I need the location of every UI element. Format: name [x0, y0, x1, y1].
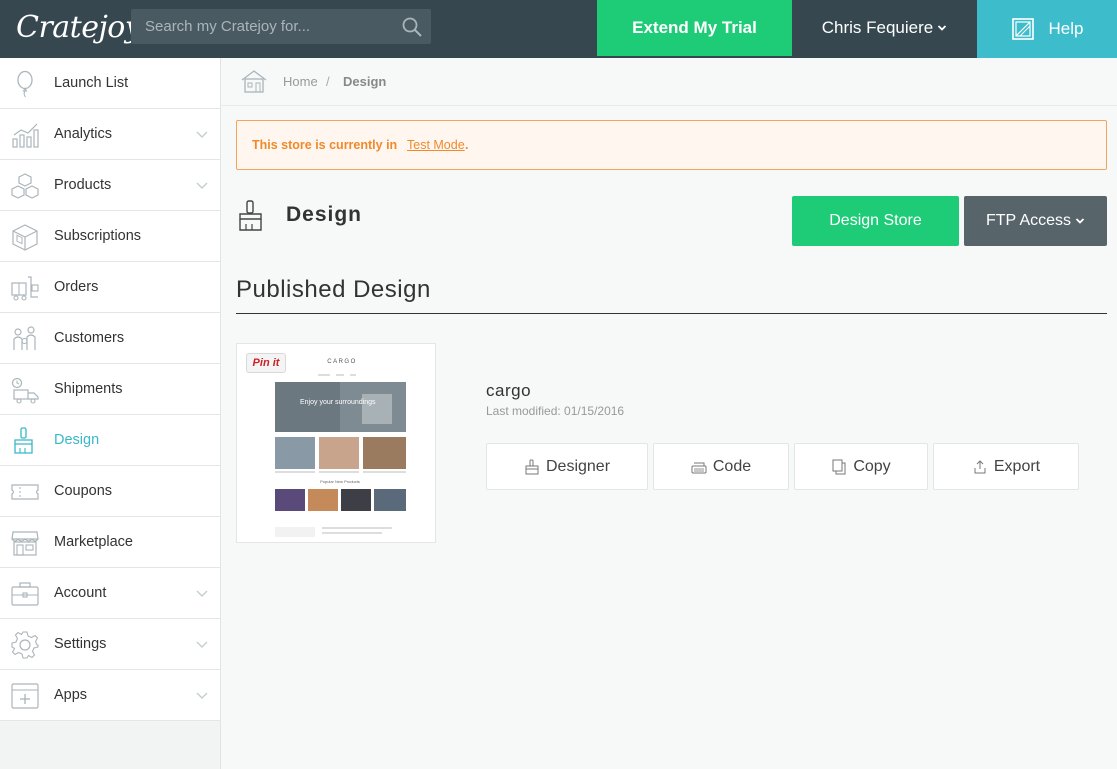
copy-icon — [832, 459, 846, 474]
thumb-hero-text: Enjoy your surroundings — [300, 399, 376, 406]
breadcrumb-home-link[interactable]: Home — [283, 74, 318, 89]
sidebar-item-launch-list[interactable]: Launch List — [0, 58, 220, 109]
search-box — [131, 9, 431, 44]
cart-icon — [11, 276, 39, 301]
sidebar-item-label: Marketplace — [54, 534, 133, 550]
sidebar-item-label: Customers — [54, 330, 125, 346]
theme-preview: CARGO Enjoy your surroundings Popular Ne… — [242, 349, 430, 537]
search-icon[interactable] — [401, 16, 423, 38]
brush-icon — [14, 427, 33, 454]
help-doc-icon — [1011, 18, 1034, 40]
truck-icon — [11, 377, 39, 404]
sidebar-item-label: Coupons — [54, 483, 113, 499]
design-store-button[interactable]: Design Store — [792, 196, 959, 246]
store-icon — [11, 531, 39, 556]
breadcrumb-separator: / — [326, 74, 330, 89]
chevron-down-icon — [196, 131, 208, 138]
help-label: Help — [1048, 19, 1084, 38]
top-bar: Cratejoy Extend My Trial Chris Fequiere … — [0, 0, 1117, 58]
sidebar-item-customers[interactable]: Customers — [0, 313, 220, 364]
chevron-down-icon — [196, 182, 208, 189]
sidebar-item-products[interactable]: Products — [0, 160, 220, 211]
ftp-access-label: FTP Access — [985, 212, 1072, 229]
thumb-brand-text: CARGO — [327, 359, 357, 365]
sidebar-item-marketplace[interactable]: Marketplace — [0, 517, 220, 568]
help-button[interactable]: Help — [977, 0, 1117, 58]
sidebar-item-subscriptions[interactable]: Subscriptions — [0, 211, 220, 262]
user-menu-button[interactable]: Chris Fequiere — [792, 0, 977, 56]
home-icon[interactable] — [240, 69, 268, 93]
chevron-down-icon — [1075, 218, 1085, 224]
copy-button[interactable]: Copy — [794, 443, 928, 490]
export-label: Export — [993, 457, 1041, 475]
sidebar-item-label: Launch List — [54, 75, 129, 91]
test-mode-alert: This store is currently in Test Mode . — [236, 120, 1107, 170]
sidebar-item-label: Design — [54, 432, 100, 448]
alert-suffix: . — [465, 138, 469, 152]
chevron-down-icon — [196, 641, 208, 648]
sidebar-item-design[interactable]: Design — [0, 415, 220, 466]
sidebar-item-settings[interactable]: Settings — [0, 619, 220, 670]
alert-text: This store is currently in — [252, 138, 398, 152]
copy-label: Copy — [853, 457, 891, 475]
ftp-access-button[interactable]: FTP Access — [964, 196, 1107, 246]
crate-icon — [12, 224, 38, 251]
sidebar-item-account[interactable]: Account — [0, 568, 220, 619]
designer-button[interactable]: Designer — [486, 443, 648, 490]
sidebar-item-orders[interactable]: Orders — [0, 262, 220, 313]
sidebar-item-label: Shipments — [54, 381, 123, 397]
boxes-icon — [11, 173, 39, 199]
sidebar-item-analytics[interactable]: Analytics — [0, 109, 220, 160]
cratejoy-logo[interactable]: Cratejoy — [16, 8, 142, 48]
chevron-down-icon — [938, 25, 947, 31]
search-input[interactable] — [131, 9, 399, 44]
thumb-popular-text: Popular New Products — [320, 479, 360, 484]
export-icon — [974, 459, 986, 473]
briefcase-icon — [11, 582, 39, 606]
sidebar-item-coupons[interactable]: Coupons — [0, 466, 220, 517]
breadcrumb-current: Design — [343, 74, 387, 89]
gear-icon — [11, 631, 39, 659]
sidebar-item-apps[interactable]: Apps — [0, 670, 220, 721]
test-mode-link[interactable]: Test Mode — [407, 138, 465, 152]
section-title: Published Design — [236, 276, 431, 303]
sidebar-item-label: Orders — [54, 279, 99, 295]
theme-thumbnail[interactable]: CARGO Enjoy your surroundings Popular Ne… — [236, 343, 436, 543]
export-button[interactable]: Export — [933, 443, 1079, 490]
app-plus-icon — [11, 683, 39, 709]
theme-name: cargo — [486, 381, 532, 400]
keyboard-icon — [691, 462, 707, 473]
people-icon — [13, 326, 36, 350]
sidebar-item-label: Products — [54, 177, 112, 193]
pin-it-button[interactable]: Pin it — [246, 353, 286, 373]
brush-icon — [239, 200, 262, 231]
theme-last-modified: Last modified: 01/15/2016 — [486, 404, 625, 418]
sidebar: Launch List Analytics Products Subscript… — [0, 58, 221, 769]
brush-icon — [525, 459, 539, 474]
sidebar-item-label: Apps — [54, 687, 88, 703]
ticket-icon — [11, 484, 39, 500]
page-title: Design — [286, 203, 363, 226]
code-button[interactable]: Code — [653, 443, 789, 490]
code-label: Code — [712, 457, 752, 475]
section-divider — [236, 313, 1107, 314]
breadcrumb: Home / Design — [221, 58, 1117, 106]
designer-label: Designer — [545, 457, 611, 475]
sidebar-item-label: Subscriptions — [54, 228, 142, 244]
chevron-down-icon — [196, 590, 208, 597]
chart-icon — [12, 123, 39, 148]
sidebar-item-label: Account — [54, 585, 107, 601]
user-name: Chris Fequiere — [821, 18, 934, 37]
extend-trial-button[interactable]: Extend My Trial — [597, 0, 792, 56]
sidebar-item-label: Analytics — [54, 126, 113, 142]
sidebar-item-shipments[interactable]: Shipments — [0, 364, 220, 415]
theme-preview-image: CARGO Enjoy your surroundings Popular Ne… — [275, 359, 406, 537]
balloon-icon — [17, 70, 33, 98]
sidebar-item-label: Settings — [54, 636, 107, 652]
chevron-down-icon — [196, 692, 208, 699]
